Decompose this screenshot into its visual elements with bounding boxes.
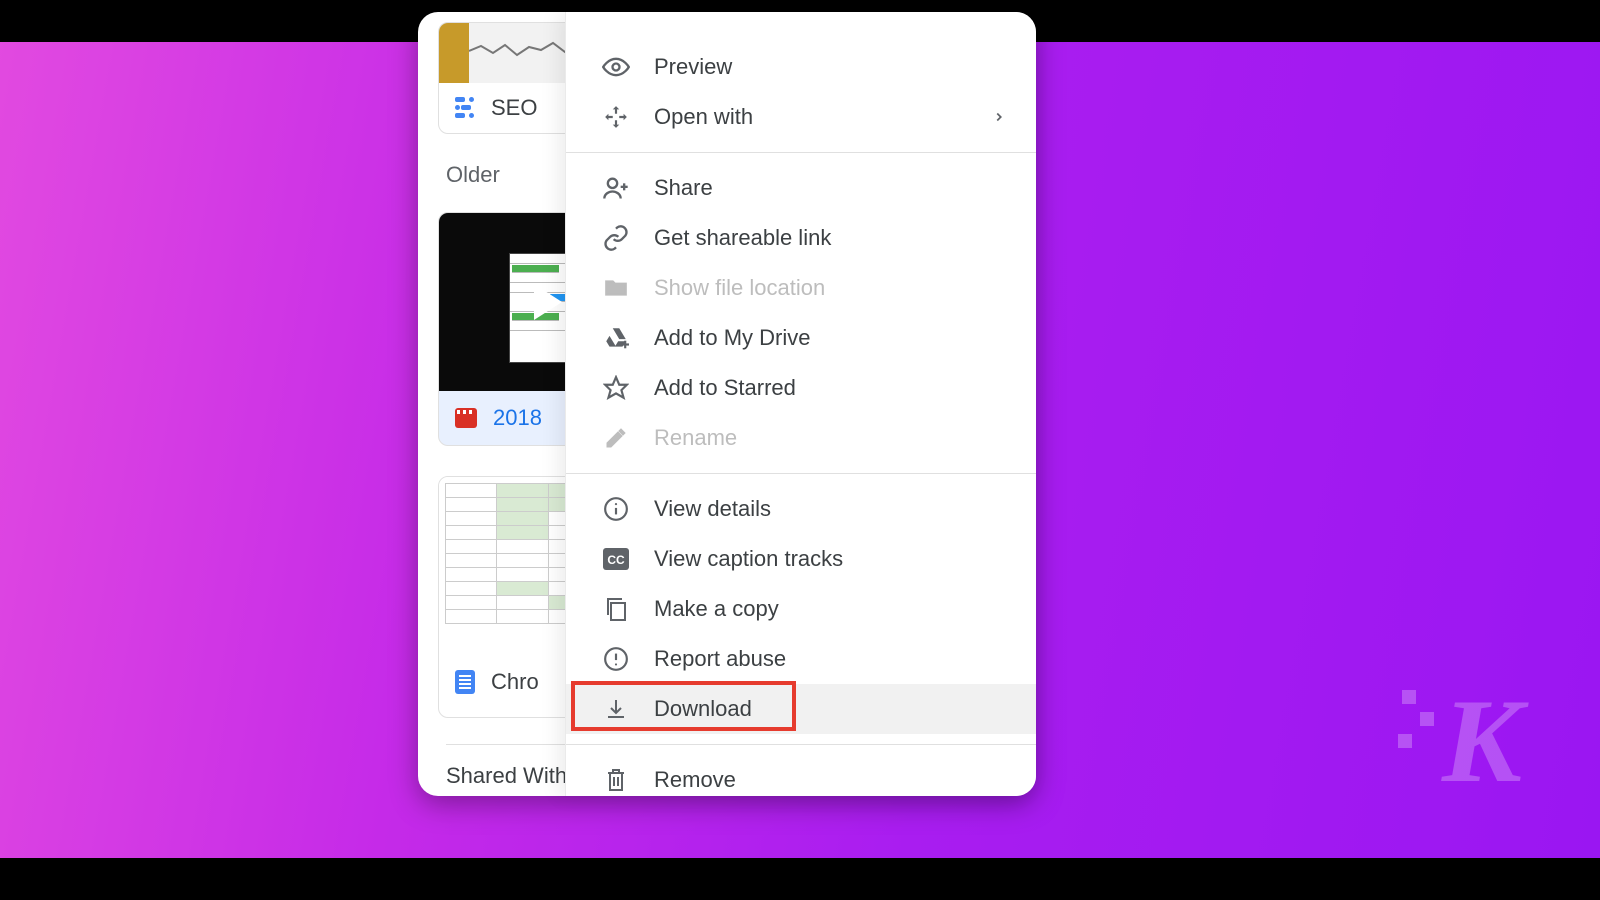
menu-download[interactable]: Download xyxy=(566,684,1036,734)
link-icon xyxy=(602,224,630,252)
menu-share[interactable]: Share xyxy=(566,163,1036,213)
menu-label: Preview xyxy=(654,54,732,80)
menu-get-link[interactable]: Get shareable link xyxy=(566,213,1036,263)
download-icon xyxy=(602,695,630,723)
alert-icon xyxy=(602,645,630,673)
open-with-icon xyxy=(602,103,630,131)
menu-label: Add to Starred xyxy=(654,375,796,401)
movie-icon xyxy=(455,408,477,428)
watermark-logo: K xyxy=(1442,672,1516,810)
svg-text:CC: CC xyxy=(607,553,625,567)
menu-make-copy[interactable]: Make a copy xyxy=(566,584,1036,634)
menu-separator xyxy=(566,473,1036,474)
menu-label: Download xyxy=(654,696,752,722)
file-title: 2018 xyxy=(493,405,542,431)
menu-label: Report abuse xyxy=(654,646,786,672)
menu-label: Make a copy xyxy=(654,596,779,622)
menu-remove[interactable]: Remove xyxy=(566,755,1036,805)
menu-label: View details xyxy=(654,496,771,522)
context-menu: Preview Open with Share Get shareable li… xyxy=(565,12,1036,796)
menu-label: Remove xyxy=(654,767,736,793)
folder-icon xyxy=(602,274,630,302)
menu-label: Show file location xyxy=(654,275,825,301)
menu-label: Open with xyxy=(654,104,753,130)
menu-separator xyxy=(566,152,1036,153)
copy-icon xyxy=(602,595,630,623)
menu-rename: Rename xyxy=(566,413,1036,463)
menu-label: Get shareable link xyxy=(654,225,831,251)
drive-add-icon xyxy=(602,324,630,352)
datastudio-icon xyxy=(455,97,477,119)
menu-label: View caption tracks xyxy=(654,546,843,572)
star-icon xyxy=(602,374,630,402)
file-title: Chro xyxy=(491,669,539,695)
menu-label: Rename xyxy=(654,425,737,451)
menu-separator xyxy=(566,744,1036,745)
info-icon xyxy=(602,495,630,523)
menu-preview[interactable]: Preview xyxy=(566,42,1036,92)
cc-icon: CC xyxy=(602,545,630,573)
menu-add-drive[interactable]: Add to My Drive xyxy=(566,313,1036,363)
eye-icon xyxy=(602,53,630,81)
menu-caption-tracks[interactable]: CC View caption tracks xyxy=(566,534,1036,584)
letterbox-bottom xyxy=(0,858,1600,900)
menu-label: Add to My Drive xyxy=(654,325,811,351)
docs-icon xyxy=(455,670,475,694)
menu-open-with[interactable]: Open with xyxy=(566,92,1036,142)
menu-report-abuse[interactable]: Report abuse xyxy=(566,634,1036,684)
file-title: SEO xyxy=(491,95,537,121)
menu-view-details[interactable]: View details xyxy=(566,484,1036,534)
menu-label: Share xyxy=(654,175,713,201)
chevron-right-icon xyxy=(992,110,1006,124)
menu-show-location: Show file location xyxy=(566,263,1036,313)
person-add-icon xyxy=(602,174,630,202)
play-icon xyxy=(534,284,562,320)
trash-icon xyxy=(602,766,630,794)
menu-add-starred[interactable]: Add to Starred xyxy=(566,363,1036,413)
pencil-icon xyxy=(602,424,630,452)
